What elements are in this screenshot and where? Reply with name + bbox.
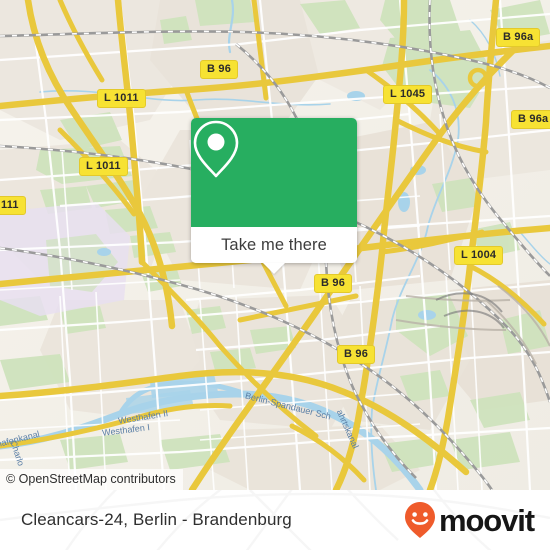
osm-attribution[interactable]: © OpenStreetMap contributors bbox=[0, 469, 183, 490]
callout-icon-panel bbox=[191, 118, 357, 227]
moovit-smiling-pin-icon bbox=[404, 502, 435, 538]
road-shield: B 96 bbox=[200, 60, 239, 79]
location-callout-card[interactable]: Take me there bbox=[191, 118, 357, 274]
map-canvas[interactable]: B 96 B 96a B 96a L 1045 L 1011 L 1011 11… bbox=[0, 0, 550, 490]
map-pin-icon bbox=[193, 120, 239, 178]
callout-action-panel[interactable]: Take me there bbox=[191, 227, 357, 274]
callout-pointer bbox=[263, 263, 285, 274]
bottom-info-bar: Cleancars-24, Berlin - Brandenburg moovi… bbox=[0, 490, 550, 550]
road-shield: 111 bbox=[0, 196, 26, 215]
road-shield: B 96a bbox=[511, 110, 550, 129]
road-shield: L 1011 bbox=[79, 157, 128, 176]
screenshot-root: B 96 B 96a B 96a L 1045 L 1011 L 1011 11… bbox=[0, 0, 550, 550]
take-me-there-label: Take me there bbox=[221, 235, 327, 254]
road-shield: B 96 bbox=[337, 345, 376, 364]
moovit-wordmark: moovit bbox=[438, 502, 535, 538]
road-shield: B 96 bbox=[314, 274, 353, 293]
road-shield: L 1045 bbox=[383, 85, 433, 104]
road-shield: L 1011 bbox=[97, 89, 146, 108]
moovit-logo[interactable]: moovit bbox=[403, 501, 535, 539]
road-shield: L 1004 bbox=[454, 246, 504, 265]
place-title: Cleancars-24, Berlin - Brandenburg bbox=[21, 510, 292, 529]
road-shield: B 96a bbox=[496, 28, 541, 47]
